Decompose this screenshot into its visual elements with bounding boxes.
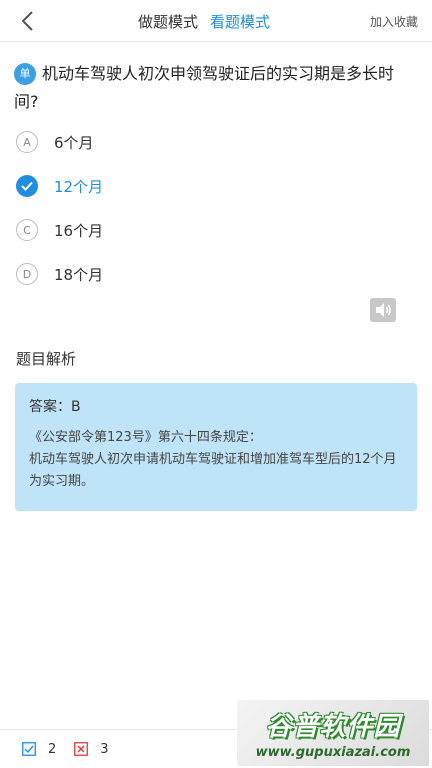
correct-count-item[interactable]: 2 [22,742,56,757]
option-list: A 6个月 12个月 C 16个月 D 18个月 [16,120,416,296]
checkbox-icon [22,742,36,756]
tab-view-mode[interactable]: 看题模式 [210,11,270,32]
explanation-line-1: 《公安部令第123号》第六十四条规定： [29,430,262,445]
question-text-block: 单机动车驾驶人初次申领驾驶证后的实习期是多长时间? [14,60,418,116]
option-text-a: 6个月 [54,133,94,152]
question-type-badge: 单 [14,63,36,85]
analysis-panel: 答案：B 《公安部令第123号》第六十四条规定： 机动车驾驶人初次申请机动车驾驶… [15,383,417,511]
watermark-url: www.gupuxiazai.com [255,745,411,760]
watermark-title: 谷普软件园 [265,712,401,742]
option-text-b: 12个月 [54,177,104,196]
mode-tabs: 做题模式 看题模式 [138,0,270,42]
correct-count: 2 [48,741,57,757]
analysis-heading: 题目解析 [16,350,77,368]
explanation-line-2: 机动车驾驶人初次申请机动车驾驶证和增加准驾车型后的12个月为实习期。 [29,452,397,489]
x-box-icon [74,742,89,756]
watermark-logo: 谷普软件园 www.gupuxiazai.com [237,700,429,766]
wrong-count-item[interactable]: 3 [74,741,109,757]
speaker-icon [376,303,391,317]
option-letter-a: A [16,131,38,153]
option-letter-c: C [16,219,38,241]
option-c[interactable]: C 16个月 [16,208,416,252]
top-bar: 做题模式 看题模式 加入收藏 [0,0,432,42]
answer-text: 答案：B [29,399,81,415]
option-text-d: 18个月 [54,265,104,284]
audio-play-button[interactable] [370,298,396,322]
question-text: 机动车驾驶人初次申领驾驶证后的实习期是多长时间? [14,64,395,111]
option-a[interactable]: A 6个月 [16,120,416,164]
option-text-c: 16个月 [54,221,104,240]
check-circle-icon [16,175,38,197]
wrong-count: 3 [100,741,109,757]
option-letter-d: D [16,263,38,285]
tab-practice-mode[interactable]: 做题模式 [138,11,198,32]
option-b[interactable]: 12个月 [16,164,416,208]
chevron-left-icon [21,11,33,31]
back-button[interactable] [12,6,42,36]
option-d[interactable]: D 18个月 [16,252,416,296]
add-favorite-button[interactable]: 加入收藏 [370,0,418,42]
